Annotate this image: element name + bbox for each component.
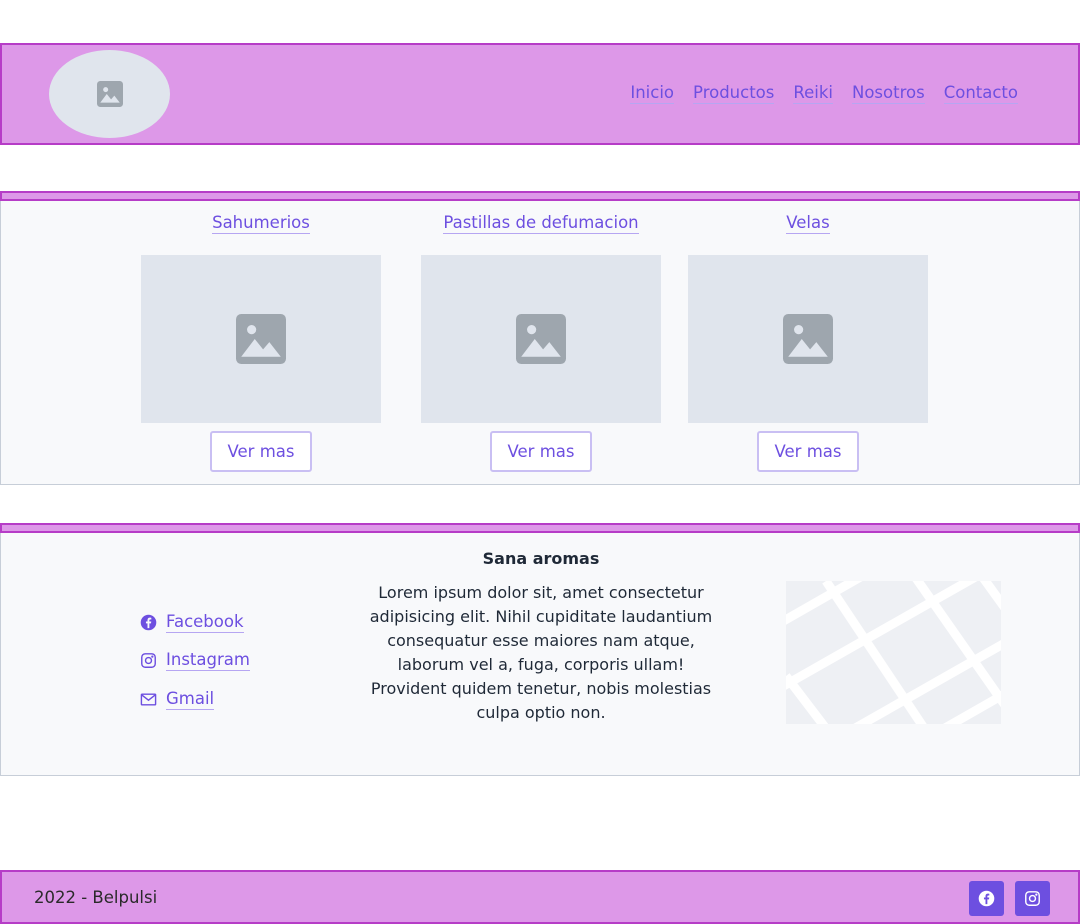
instagram-icon (1025, 891, 1040, 906)
image-placeholder-icon (516, 314, 566, 364)
mail-icon (140, 693, 157, 706)
product-title-link[interactable]: Velas (786, 213, 830, 234)
site-header: Inicio Productos Reiki Nosotros Contacto (0, 43, 1080, 145)
map[interactable] (786, 581, 1001, 724)
facebook-link[interactable]: Facebook (166, 612, 244, 633)
ver-mas-button[interactable]: Ver mas (757, 431, 859, 472)
gmail-link[interactable]: Gmail (166, 689, 215, 710)
section-divider (0, 523, 1080, 533)
product-image (421, 255, 661, 423)
nav-productos[interactable]: Productos (693, 83, 775, 104)
nav-contacto[interactable]: Contacto (943, 83, 1018, 104)
image-placeholder-icon (96, 81, 123, 107)
nav-nosotros[interactable]: Nosotros (851, 83, 925, 104)
map-placeholder-icon (786, 581, 1001, 724)
product-title-link[interactable]: Pastillas de defumacion (443, 213, 639, 234)
instagram-link[interactable]: Instagram (166, 650, 250, 672)
footer-instagram-button[interactable] (1015, 881, 1050, 916)
social-item-facebook: Facebook (140, 603, 250, 642)
products-section: Sahumerios Ver mas Pastillas de defumaci… (0, 191, 1080, 485)
product-image (688, 255, 928, 423)
nav-inicio[interactable]: Inicio (630, 83, 675, 104)
info-title: Sana aromas (482, 549, 600, 568)
image-placeholder-icon (783, 314, 833, 364)
product-image (141, 255, 381, 423)
copyright: 2022 - Belpulsi (34, 888, 158, 907)
main-nav: Inicio Productos Reiki Nosotros Contacto (630, 83, 1018, 104)
footer-facebook-button[interactable] (969, 881, 1004, 916)
facebook-icon (140, 614, 157, 631)
info-description: Lorem ipsum dolor sit, amet consectetur … (369, 583, 713, 722)
ver-mas-button[interactable]: Ver mas (210, 431, 312, 472)
instagram-icon (141, 653, 156, 669)
social-links: Facebook Instagram Gmail (140, 603, 250, 719)
social-item-gmail: Gmail (140, 680, 250, 719)
image-placeholder-icon (236, 314, 286, 364)
ver-mas-button[interactable]: Ver mas (490, 431, 592, 472)
product-title-link[interactable]: Sahumerios (212, 213, 310, 234)
info-section: Facebook Instagram Gmail Sana aromas Lor… (0, 523, 1080, 776)
site-footer: 2022 - Belpulsi (0, 870, 1080, 924)
facebook-icon (978, 890, 995, 907)
nav-reiki[interactable]: Reiki (793, 83, 833, 104)
logo[interactable] (49, 50, 170, 138)
social-item-instagram: Instagram (140, 642, 250, 681)
section-divider (0, 191, 1080, 201)
footer-social (969, 881, 1050, 916)
